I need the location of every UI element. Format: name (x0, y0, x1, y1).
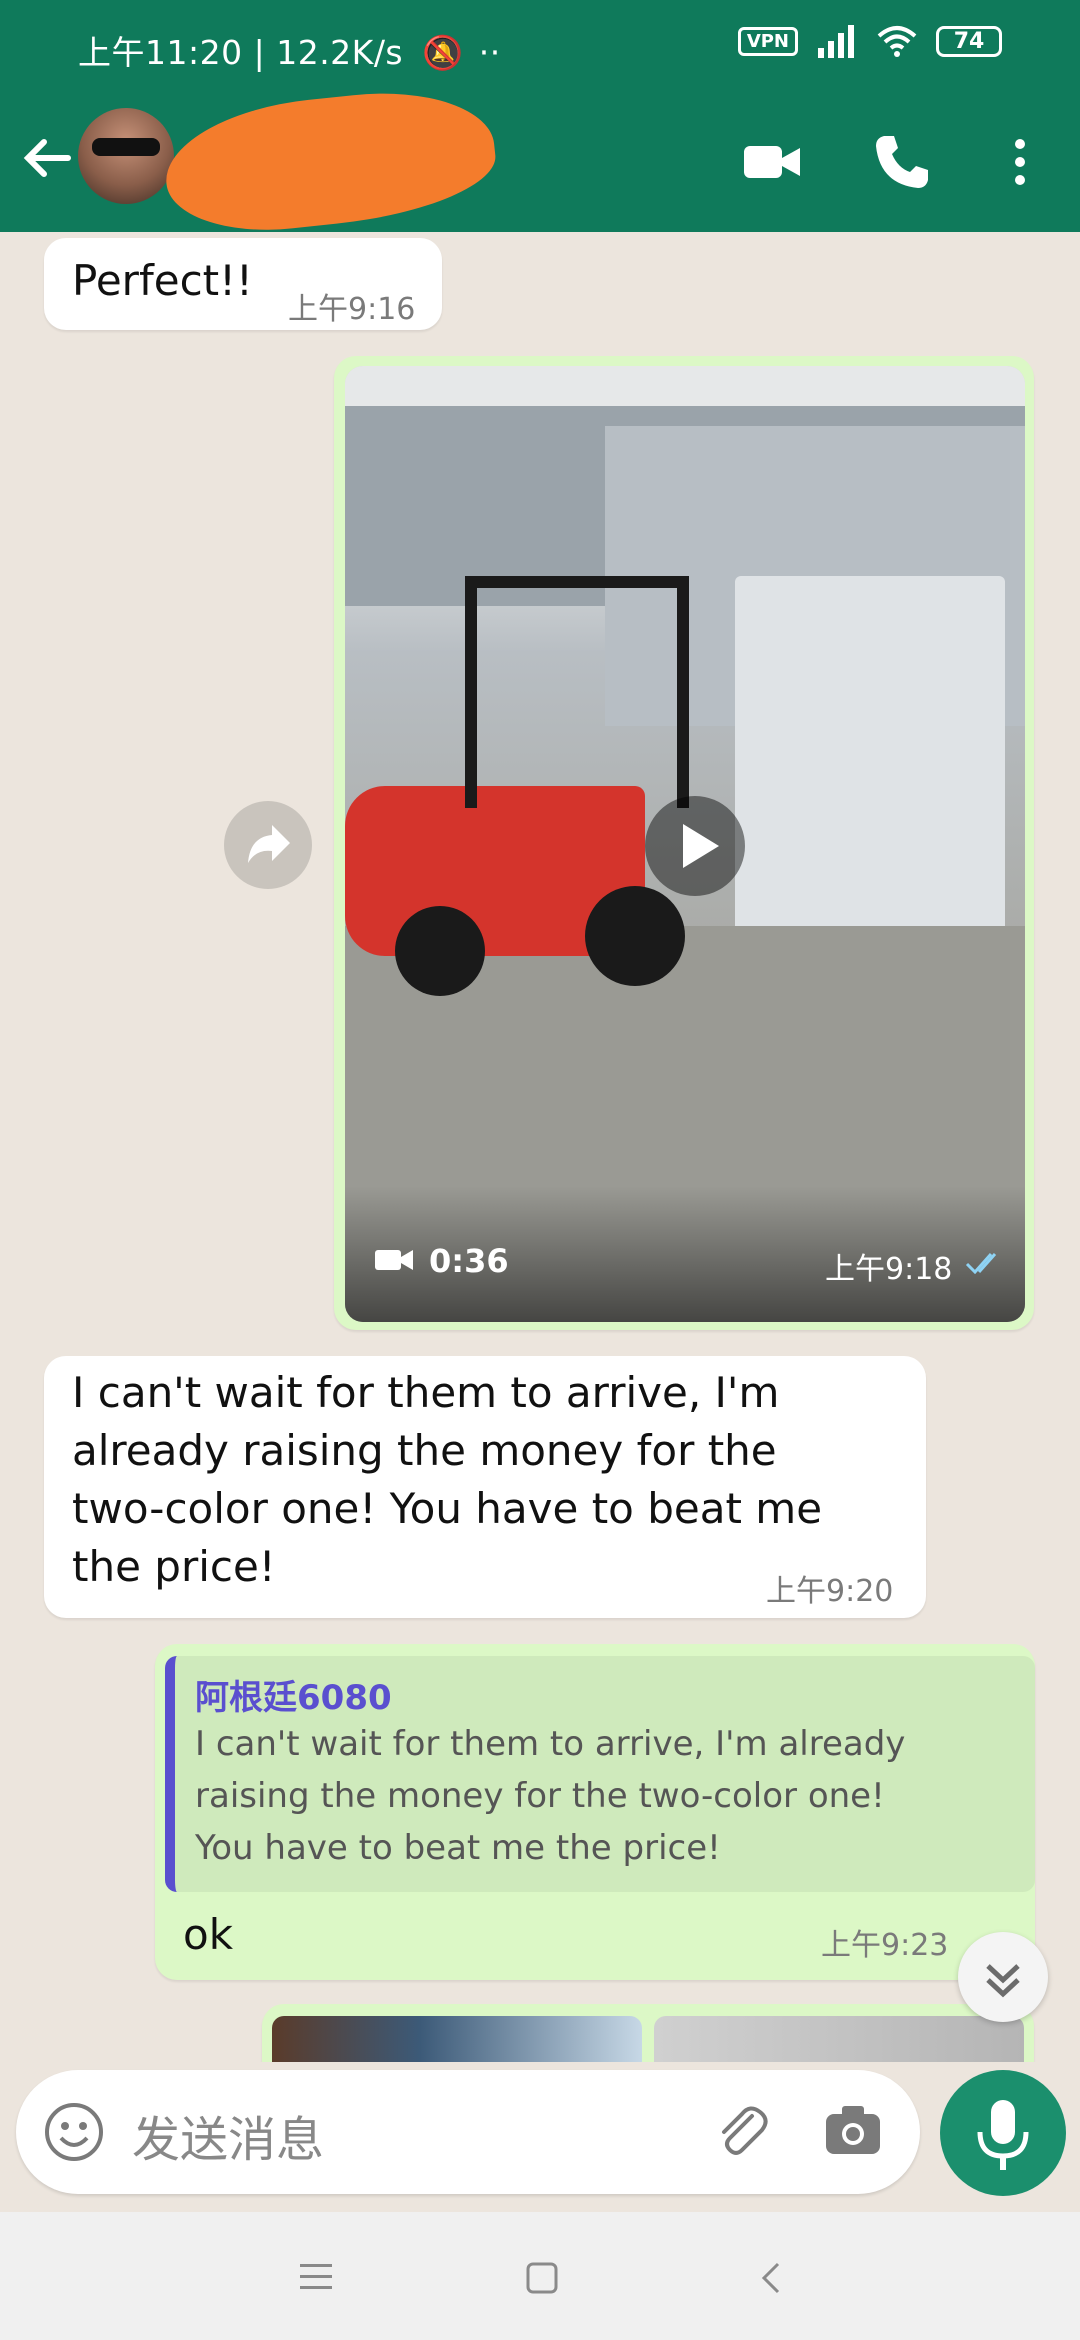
microphone-icon (977, 2100, 1029, 2170)
message-text: Perfect!! (72, 256, 253, 305)
camera-icon[interactable] (822, 2100, 884, 2162)
menu-icon[interactable] (296, 2258, 336, 2294)
forward-button[interactable] (224, 801, 312, 889)
status-right: VPN 74 (737, 24, 1002, 58)
quoted-body: I can't wait for them to arrive, I'm alr… (195, 1718, 905, 1874)
play-button[interactable] (645, 796, 745, 896)
back-arrow-icon[interactable] (18, 128, 78, 188)
chat-header (0, 81, 1080, 241)
status-time-speed: 上午11:20 | 12.2K/s 🔕 ·· (78, 26, 501, 74)
attach-icon[interactable] (708, 2098, 774, 2164)
system-nav-bar (0, 2212, 1080, 2340)
message-list[interactable]: Perfect!! 上午9:16 0:36 上午9:18 I can't wai… (0, 232, 1080, 2062)
message-text: ok (183, 1910, 234, 1959)
play-icon (683, 824, 719, 868)
message-incoming[interactable]: I can't wait for them to arrive, I'm alr… (44, 1356, 926, 1618)
avatar-glasses (92, 138, 160, 156)
message-time: 上午9:18 (825, 1252, 953, 1287)
read-ticks-icon (965, 1253, 997, 1274)
message-time: 上午9:20 (766, 1574, 894, 1609)
mic-button[interactable] (940, 2070, 1066, 2196)
scroll-to-bottom-button[interactable] (958, 1932, 1048, 2022)
message-line: the price! (72, 1542, 276, 1591)
message-composer[interactable]: 发送消息 (16, 2070, 920, 2194)
contact-name-redaction (159, 81, 501, 241)
double-chevron-down-icon (986, 1964, 1020, 1998)
video-thumbnail[interactable]: 0:36 上午9:18 (345, 366, 1025, 1322)
status-bar: 上午11:20 | 12.2K/s 🔕 ·· VPN 74 (0, 0, 1080, 98)
message-line: already raising the money for the (72, 1426, 777, 1475)
video-call-icon[interactable] (740, 130, 804, 194)
video-forklift-cage (465, 576, 689, 808)
message-time: 上午9:23 (821, 1928, 949, 1963)
message-incoming[interactable]: Perfect!! 上午9:16 (44, 238, 442, 330)
message-line: I can't wait for them to arrive, I'm (72, 1368, 780, 1417)
more-dots-icon: ·· (478, 33, 501, 72)
message-input[interactable]: 发送消息 (132, 2100, 324, 2170)
video-duration: 0:36 (429, 1242, 509, 1280)
quoted-message[interactable]: 阿根廷6080 I can't wait for them to arrive,… (165, 1656, 1035, 1892)
mute-bell-icon: 🔕 (422, 33, 464, 72)
message-body: I can't wait for them to arrive, I'm alr… (72, 1364, 822, 1596)
video-wheel (395, 906, 485, 996)
status-text: 上午11:20 | 12.2K/s (78, 33, 404, 72)
avatar[interactable] (78, 108, 174, 204)
video-crate (735, 576, 1005, 956)
message-outgoing-images[interactable] (262, 2004, 1034, 2062)
battery-indicator: 74 (936, 25, 1002, 57)
quoted-line: You have to beat me the price! (195, 1828, 721, 1868)
message-time: 上午9:16 (288, 292, 416, 327)
message-line: two-color one! You have to beat me (72, 1484, 823, 1533)
wifi-icon (877, 26, 917, 57)
voice-call-icon[interactable] (870, 130, 934, 194)
more-vert-icon[interactable] (988, 130, 1052, 194)
back-icon[interactable] (752, 2258, 792, 2298)
forward-icon (248, 825, 290, 863)
quoted-line: raising the money for the two-color one! (195, 1776, 885, 1816)
image-thumbnail[interactable] (654, 2016, 1024, 2062)
quoted-line: I can't wait for them to arrive, I'm alr… (195, 1724, 906, 1764)
image-thumbnail[interactable] (272, 2016, 642, 2062)
quoted-author: 阿根廷6080 (195, 1678, 392, 1718)
video-camera-icon (375, 1250, 413, 1270)
vpn-badge: VPN (737, 26, 798, 56)
home-icon[interactable] (522, 2258, 562, 2298)
signal-icon (818, 25, 854, 58)
video-wheel (585, 886, 685, 986)
emoji-icon[interactable] (42, 2100, 106, 2164)
